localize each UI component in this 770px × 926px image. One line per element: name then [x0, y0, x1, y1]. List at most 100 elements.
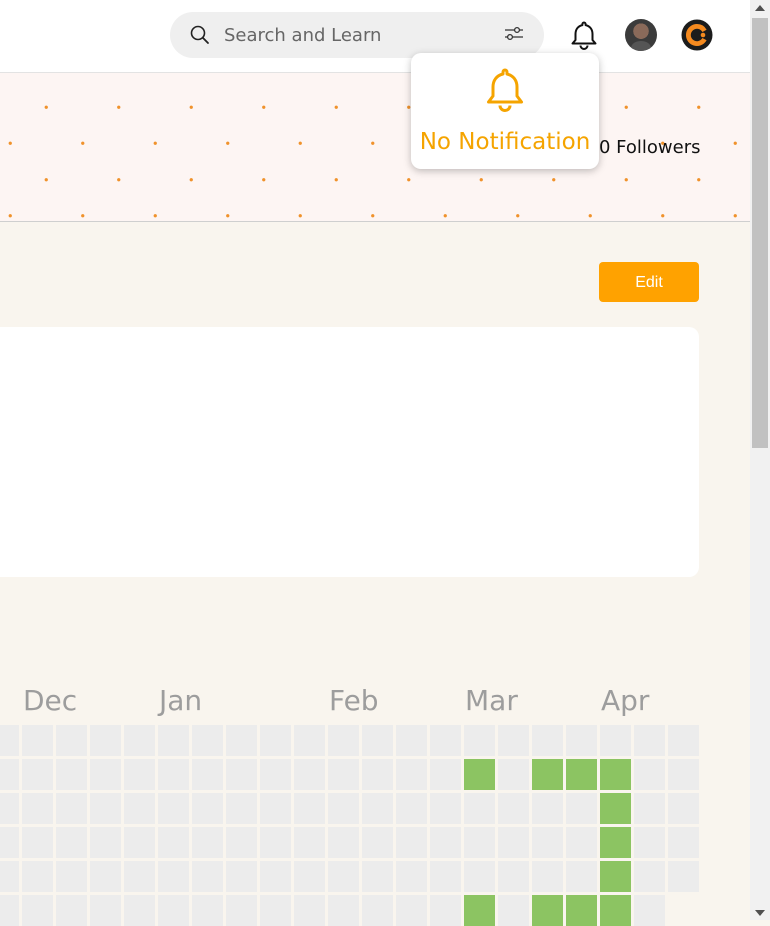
activity-cell [668, 725, 699, 756]
notification-popup: No Notification [411, 53, 599, 169]
activity-cell [362, 895, 393, 926]
activity-cell [22, 827, 53, 858]
scroll-down-arrow[interactable] [755, 910, 765, 916]
activity-cell [294, 827, 325, 858]
activity-cell [260, 895, 291, 926]
page-scrollbar[interactable] [750, 0, 770, 920]
activity-cell [0, 861, 19, 892]
activity-cell [362, 861, 393, 892]
activity-cell [294, 759, 325, 790]
activity-cell [0, 725, 19, 756]
activity-cell [498, 759, 529, 790]
activity-cell [192, 759, 223, 790]
activity-cell [430, 793, 461, 824]
activity-cell [328, 759, 359, 790]
activity-cell [328, 861, 359, 892]
activity-cell [158, 759, 189, 790]
activity-cell [328, 895, 359, 926]
activity-cell [430, 895, 461, 926]
activity-cell [634, 861, 665, 892]
activity-cell [396, 793, 427, 824]
activity-cell [464, 759, 495, 790]
activity-cell [226, 725, 257, 756]
activity-cell [226, 827, 257, 858]
activity-cell [158, 861, 189, 892]
activity-cell [396, 827, 427, 858]
activity-cell [192, 895, 223, 926]
activity-cell [634, 759, 665, 790]
activity-cell [260, 725, 291, 756]
activity-cell [22, 725, 53, 756]
activity-cell [600, 793, 631, 824]
activity-cell [532, 725, 563, 756]
activity-cell [90, 895, 121, 926]
activity-cell [56, 827, 87, 858]
bell-icon [486, 67, 524, 120]
activity-cell [430, 861, 461, 892]
activity-cell [294, 895, 325, 926]
activity-cell [532, 793, 563, 824]
activity-cell [600, 827, 631, 858]
activity-cell [600, 861, 631, 892]
activity-cell [668, 793, 699, 824]
activity-cell [668, 861, 699, 892]
activity-cell [498, 861, 529, 892]
activity-cell [566, 827, 597, 858]
activity-cell [90, 725, 121, 756]
activity-cell [90, 827, 121, 858]
activity-cell [56, 759, 87, 790]
activity-cell [22, 759, 53, 790]
activity-cell [22, 861, 53, 892]
activity-cell [328, 827, 359, 858]
activity-cell [362, 793, 393, 824]
activity-cell [90, 861, 121, 892]
activity-cell [634, 895, 665, 926]
activity-cell [362, 759, 393, 790]
activity-cell [634, 725, 665, 756]
activity-cell [124, 725, 155, 756]
activity-cell [634, 793, 665, 824]
activity-cell [192, 861, 223, 892]
scroll-up-arrow[interactable] [755, 5, 765, 11]
activity-cell [0, 827, 19, 858]
activity-cell [226, 759, 257, 790]
activity-cell [362, 725, 393, 756]
activity-cell [498, 725, 529, 756]
activity-cell [396, 861, 427, 892]
activity-cell [56, 861, 87, 892]
activity-cell [124, 759, 155, 790]
activity-cell [532, 861, 563, 892]
activity-cell [260, 827, 291, 858]
activity-cell [600, 895, 631, 926]
activity-cell [124, 827, 155, 858]
activity-cell [124, 895, 155, 926]
activity-cell [600, 725, 631, 756]
activity-cell [124, 793, 155, 824]
activity-cell [90, 793, 121, 824]
activity-cell [124, 861, 155, 892]
activity-cell [566, 793, 597, 824]
activity-cell [532, 759, 563, 790]
activity-cell [668, 827, 699, 858]
activity-cell [566, 895, 597, 926]
activity-cell [532, 895, 563, 926]
activity-cell [464, 827, 495, 858]
activity-cell [464, 725, 495, 756]
activity-cell [22, 895, 53, 926]
activity-cell [328, 793, 359, 824]
activity-cell [158, 725, 189, 756]
activity-cell [192, 793, 223, 824]
activity-cell [56, 895, 87, 926]
activity-cell [362, 827, 393, 858]
activity-cell [192, 827, 223, 858]
activity-cell [668, 759, 699, 790]
notification-message: No Notification [419, 129, 591, 155]
activity-cell [532, 827, 563, 858]
activity-cell [158, 895, 189, 926]
activity-cell [430, 759, 461, 790]
activity-cell [294, 725, 325, 756]
scrollbar-thumb[interactable] [752, 18, 768, 448]
activity-heatmap [0, 0, 750, 926]
activity-cell [226, 895, 257, 926]
activity-cell [464, 861, 495, 892]
